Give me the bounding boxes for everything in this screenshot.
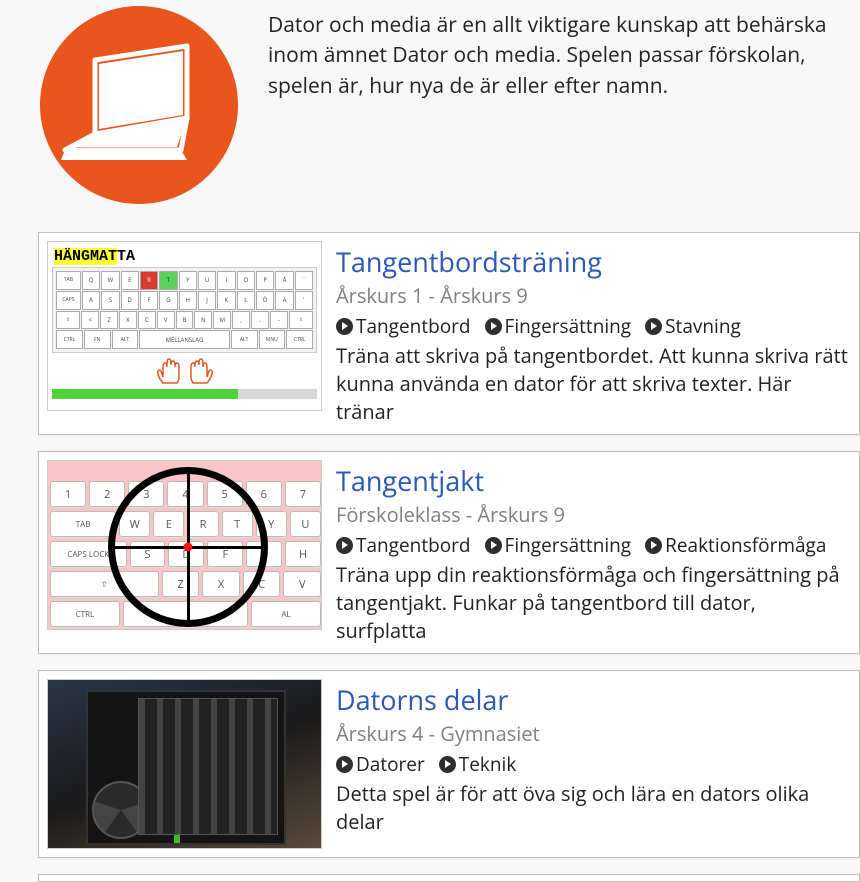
play-icon xyxy=(336,318,353,335)
play-icon xyxy=(485,537,502,554)
item-thumbnail[interactable]: 1234567TABWERTYUCAPS LOCKSDFGH⇧ZXCVCTRLA… xyxy=(47,460,322,630)
tag-label: Reaktionsförmåga xyxy=(665,532,826,558)
item-grades: Årskurs 4 - Gymnasiet xyxy=(336,720,851,747)
intro-text: Dator och media är en allt viktigare kun… xyxy=(268,0,860,101)
list-item[interactable]: HÄNGMATTA TABQWERTYUIOPÅ¨CAPSASDFGHJKLÖÄ… xyxy=(38,232,860,435)
item-tags: Datorer Teknik xyxy=(336,751,851,777)
list-item[interactable] xyxy=(38,874,860,882)
tag-label: Teknik xyxy=(459,751,517,777)
tag[interactable]: Fingersättning xyxy=(485,313,632,339)
tag[interactable]: Tangentbord xyxy=(336,532,471,558)
item-description: Detta spel är för att öva sig och lära e… xyxy=(336,780,851,836)
tag-label: Fingersättning xyxy=(505,532,632,558)
category-icon xyxy=(40,6,238,204)
play-icon xyxy=(336,537,353,554)
play-icon xyxy=(645,537,662,554)
list-item[interactable]: 1234567TABWERTYUCAPS LOCKSDFGH⇧ZXCVCTRLA… xyxy=(38,451,860,654)
item-grades: Förskoleklass - Årskurs 9 xyxy=(336,501,851,528)
tag[interactable]: Reaktionsförmåga xyxy=(645,532,826,558)
item-title[interactable]: Datorns delar xyxy=(336,681,851,718)
tag-label: Fingersättning xyxy=(505,313,632,339)
item-tags: Tangentbord Fingersättning Reaktionsförm… xyxy=(336,532,851,558)
item-thumbnail[interactable]: HÄNGMATTA TABQWERTYUIOPÅ¨CAPSASDFGHJKLÖÄ… xyxy=(47,241,322,411)
tag-label: Stavning xyxy=(665,313,741,339)
play-icon xyxy=(336,756,353,773)
play-icon xyxy=(485,318,502,335)
tag-label: Tangentbord xyxy=(356,313,471,339)
item-title[interactable]: Tangentbordsträning xyxy=(336,243,851,280)
play-icon xyxy=(645,318,662,335)
item-description: Träna upp din reaktionsförmåga och finge… xyxy=(336,561,851,645)
tag[interactable]: Tangentbord xyxy=(336,313,471,339)
tag[interactable]: Teknik xyxy=(439,751,517,777)
laptop-icon xyxy=(59,40,219,170)
item-tags: Tangentbord Fingersättning Stavning xyxy=(336,313,851,339)
tag-label: Tangentbord xyxy=(356,532,471,558)
item-thumbnail[interactable] xyxy=(47,679,322,849)
item-grades: Årskurs 1 - Årskurs 9 xyxy=(336,282,851,309)
item-description: Träna att skriva på tangentbordet. Att k… xyxy=(336,342,851,426)
tag[interactable]: Stavning xyxy=(645,313,741,339)
item-title[interactable]: Tangentjakt xyxy=(336,462,851,499)
play-icon xyxy=(439,756,456,773)
tag[interactable]: Fingersättning xyxy=(485,532,632,558)
tag[interactable]: Datorer xyxy=(336,751,425,777)
list-item[interactable]: Datorns delar Årskurs 4 - Gymnasiet Dato… xyxy=(38,670,860,858)
tag-label: Datorer xyxy=(356,751,425,777)
